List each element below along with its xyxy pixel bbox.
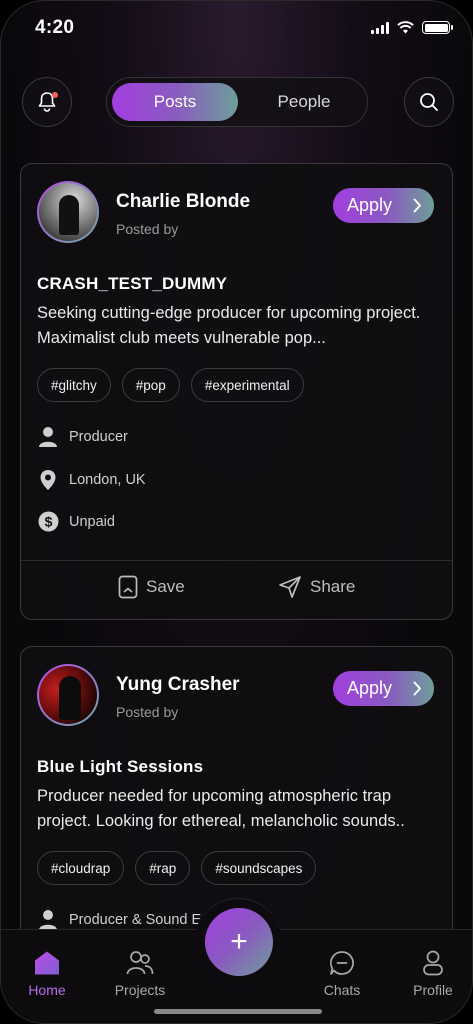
tab-chats-label: Chats <box>323 982 361 998</box>
status-icons <box>371 21 453 34</box>
tag-chip[interactable]: #soundscapes <box>201 851 317 885</box>
status-bar: 4:20 <box>1 1 472 57</box>
tab-chats[interactable]: Chats <box>307 950 377 998</box>
notification-dot <box>52 92 58 98</box>
post-description: Producer needed for upcoming atmospheric… <box>37 787 405 830</box>
payment-text: Unpaid <box>69 513 115 530</box>
tab-home[interactable]: Home <box>12 950 82 998</box>
home-indicator <box>154 1009 322 1014</box>
tab-people[interactable]: People <box>243 83 365 121</box>
svg-text:$: $ <box>44 514 52 530</box>
search-icon <box>420 93 438 111</box>
avatar[interactable] <box>37 181 99 243</box>
location-pin-icon <box>40 470 56 490</box>
chevron-right-icon <box>413 681 421 696</box>
posted-by-label: Posted by <box>116 221 179 237</box>
role-text: Producer <box>69 429 128 445</box>
person-icon <box>39 910 57 930</box>
save-label: Save <box>146 577 185 596</box>
chat-icon <box>329 951 354 975</box>
tab-projects-label: Projects <box>114 982 166 998</box>
signal-icon <box>371 21 389 34</box>
post-card[interactable]: Charlie Blonde Posted by Apply CRASH_TES… <box>20 163 453 620</box>
poster-name[interactable]: Charlie Blonde <box>116 191 250 213</box>
poster-name[interactable]: Yung Crasher <box>116 674 240 696</box>
posted-by-label: Posted by <box>116 704 179 720</box>
search-button[interactable] <box>404 77 454 127</box>
tag-list: #cloudrap #rap #soundscapes <box>37 851 317 885</box>
tag-chip[interactable]: #glitchy <box>37 368 111 402</box>
location-text: London, UK <box>69 472 146 488</box>
posts-people-toggle: Posts People <box>106 77 368 127</box>
apply-button[interactable]: Apply <box>333 188 434 223</box>
create-post-button[interactable]: + <box>205 908 273 976</box>
bookmark-icon <box>118 575 138 599</box>
tab-projects[interactable]: Projects <box>105 950 175 998</box>
dollar-icon: $ <box>38 511 58 532</box>
apply-button[interactable]: Apply <box>333 671 434 706</box>
person-icon <box>39 427 57 447</box>
apply-label: Apply <box>347 678 393 698</box>
tab-posts[interactable]: Posts <box>112 83 238 121</box>
role-row: Producer & Sound E <box>37 909 201 931</box>
send-icon <box>279 576 301 598</box>
save-button[interactable]: Save <box>118 575 185 599</box>
avatar[interactable] <box>37 664 99 726</box>
post-title: CRASH_TEST_DUMMY <box>37 274 228 293</box>
chevron-right-icon <box>413 198 421 213</box>
users-icon <box>126 951 154 975</box>
role-row: Producer <box>37 426 128 448</box>
tab-profile-label: Profile <box>413 982 453 998</box>
role-text: Producer & Sound E <box>69 912 202 928</box>
app-screen: 4:20 Posts People Charlie Blonde Posted … <box>0 0 473 1024</box>
battery-icon <box>422 21 453 34</box>
tag-list: #glitchy #pop #experimental <box>37 368 304 402</box>
tab-home-label: Home <box>28 982 66 998</box>
location-row: London, UK <box>37 469 146 491</box>
status-time: 4:20 <box>35 17 75 38</box>
card-divider <box>21 560 452 561</box>
home-icon <box>35 951 59 975</box>
wifi-icon <box>397 21 414 34</box>
apply-label: Apply <box>347 195 393 215</box>
tag-chip[interactable]: #pop <box>121 368 180 402</box>
share-button[interactable]: Share <box>278 575 355 599</box>
tag-chip[interactable]: #experimental <box>190 368 304 402</box>
payment-row: $ Unpaid <box>37 511 115 532</box>
tag-chip[interactable]: #rap <box>135 851 191 885</box>
tab-profile[interactable]: Profile <box>398 950 468 998</box>
share-label: Share <box>310 577 356 596</box>
post-title: Blue Light Sessions <box>37 757 204 776</box>
tag-chip[interactable]: #cloudrap <box>37 851 125 885</box>
user-icon <box>423 950 443 976</box>
post-description: Seeking cutting-edge producer for upcomi… <box>37 304 421 347</box>
notifications-button[interactable] <box>22 77 72 127</box>
